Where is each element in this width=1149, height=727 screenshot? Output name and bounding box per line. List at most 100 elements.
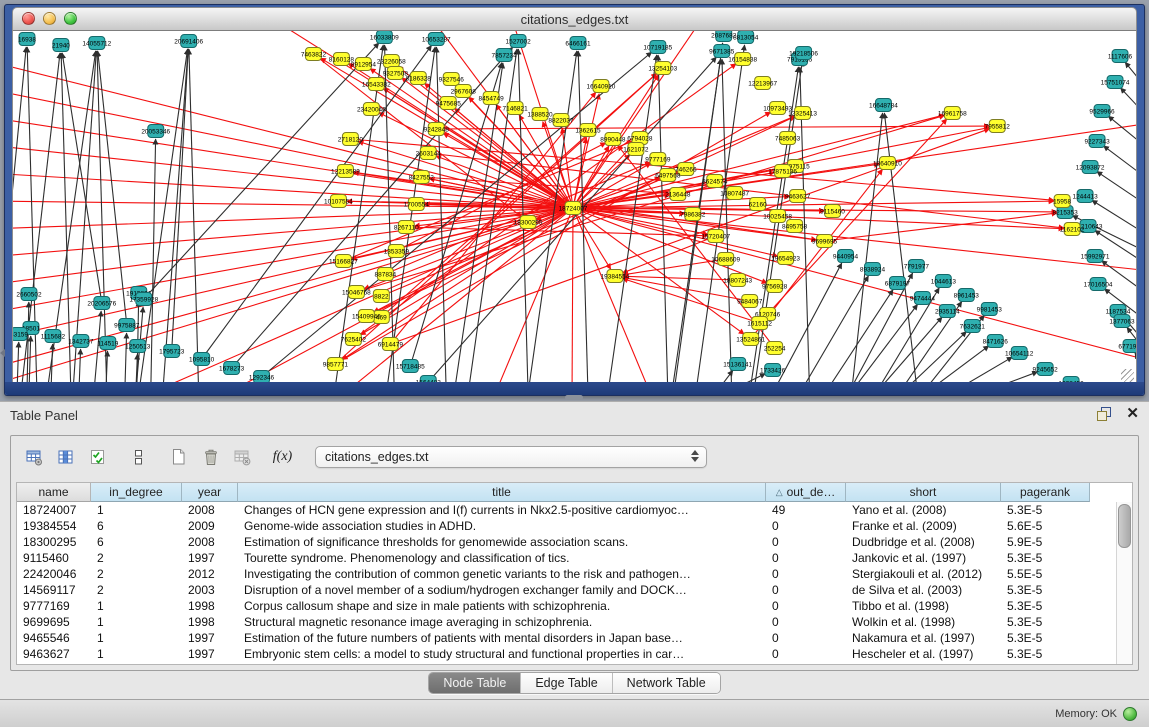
graph-node[interactable]: 17016504 [1084, 278, 1113, 291]
table-cell-pagerank[interactable]: 5.3E-5 [1001, 550, 1090, 566]
zoom-window-icon[interactable] [64, 12, 77, 25]
graph-node[interactable]: 8822 [373, 290, 389, 303]
graph-node[interactable]: 7857234 [492, 49, 518, 62]
table-cell-title[interactable]: Corpus callosum shape and size in male p… [238, 598, 766, 614]
graph-node[interactable]: 8912954 [351, 58, 377, 71]
graph-node[interactable]: 8938924 [860, 263, 886, 276]
table-cell-title[interactable]: Changes of HCN gene expression and I(f) … [238, 502, 766, 518]
graph-node[interactable]: 7146821 [502, 102, 528, 115]
column-header-short[interactable]: short [846, 483, 1001, 502]
graph-node[interactable]: 20206576 [87, 297, 116, 310]
table-cell-pagerank[interactable]: 5.3E-5 [1001, 614, 1090, 630]
table-cell-title[interactable]: Structural magnetic resonance image aver… [238, 614, 766, 630]
table-row[interactable]: 2242004622012Investigating the contribut… [17, 566, 1132, 582]
table-cell-short[interactable]: Wolkin et al. (1998) [846, 614, 1001, 630]
close-panel-icon[interactable]: ✕ [1126, 407, 1139, 421]
graph-node[interactable]: 1095810 [189, 353, 215, 366]
graph-node[interactable]: 16648784 [869, 99, 898, 112]
table-cell-out-de-[interactable]: 0 [766, 534, 846, 550]
graph-node[interactable]: 21940 [52, 39, 70, 52]
graph-node[interactable]: 7463822 [301, 48, 327, 61]
table-cell-title[interactable]: Tourette syndrome. Phenomenology and cla… [238, 550, 766, 566]
graph-node[interactable]: 16961758 [938, 107, 967, 120]
table-cell-in-degree[interactable]: 1 [91, 614, 182, 630]
table-cell-in-degree[interactable]: 2 [91, 550, 182, 566]
table-cell-year[interactable]: 2009 [182, 518, 238, 534]
table-cell-out-de-[interactable]: 0 [766, 582, 846, 598]
table-row[interactable]: 1872400712008Changes of HCN gene express… [17, 502, 1132, 518]
graph-node[interactable]: 10654112 [1005, 347, 1034, 360]
table-cell-short[interactable]: Stergiakouli et al. (2012) [846, 566, 1001, 582]
graph-node[interactable]: 7632621 [960, 320, 986, 333]
network-canvas[interactable]: 1872400716938219401405571220691406160338… [12, 31, 1137, 385]
table-cell-short[interactable]: Tibbo et al. (1998) [846, 598, 1001, 614]
graph-node[interactable]: 9227343 [1084, 135, 1110, 148]
table-cell-year[interactable]: 1997 [182, 550, 238, 566]
table-cell-name[interactable]: 9777169 [17, 598, 91, 614]
table-cell-name[interactable]: 9699695 [17, 614, 91, 630]
column-header-title[interactable]: title [238, 483, 766, 502]
table-cell-in-degree[interactable]: 1 [91, 646, 182, 662]
table-cell-title[interactable]: Estimation of significance thresholds fo… [238, 534, 766, 550]
table-cell-out-de-[interactable]: 0 [766, 630, 846, 646]
sidebar-collapse-arrow-icon[interactable] [0, 349, 5, 357]
graph-node[interactable]: 7791977 [904, 260, 930, 273]
table-cell-out-de-[interactable]: 0 [766, 646, 846, 662]
graph-node[interactable]: 1678273 [219, 362, 245, 375]
table-cell-name[interactable]: 18300295 [17, 534, 91, 550]
new-table-icon[interactable] [165, 444, 192, 470]
graph-node[interactable]: 2935114 [935, 305, 960, 318]
delete-table-icon[interactable] [197, 444, 224, 470]
splitter-handle[interactable] [565, 395, 583, 400]
graph-node[interactable]: 8813054 [733, 31, 759, 44]
table-row[interactable]: 911546021997Tourette syndrome. Phenomeno… [17, 550, 1132, 566]
graph-node[interactable]: 16640910 [587, 80, 616, 93]
table-cell-in-degree[interactable]: 2 [91, 582, 182, 598]
table-row[interactable]: 946554611997Estimation of the future num… [17, 630, 1132, 646]
table-row[interactable]: 1938455462009Genome-wide association stu… [17, 518, 1132, 534]
table-cell-out-de-[interactable]: 49 [766, 502, 846, 518]
graph-node[interactable]: 1117606 [1108, 50, 1133, 63]
graph-node[interactable]: 6879197 [885, 277, 911, 290]
graph-node[interactable]: 1795723 [159, 345, 185, 358]
graph-node[interactable]: 9484067 [737, 295, 763, 308]
table-cell-name[interactable]: 14569117 [17, 582, 91, 598]
graph-node[interactable]: 20691406 [174, 35, 203, 48]
panel-splitter[interactable] [0, 394, 1149, 401]
table-cell-out-de-[interactable]: 0 [766, 566, 846, 582]
table-cell-short[interactable]: de Silva et al. (2003) [846, 582, 1001, 598]
graph-node[interactable]: 7955812 [985, 120, 1011, 133]
column-header-out-de-[interactable]: △out_de… [766, 483, 846, 502]
graph-node[interactable]: 14055712 [82, 37, 111, 50]
table-cell-year[interactable]: 2008 [182, 502, 238, 518]
close-window-icon[interactable] [22, 12, 35, 25]
graph-node[interactable]: 12093872 [1076, 161, 1105, 174]
table-options-icon[interactable] [21, 444, 48, 470]
graph-node[interactable]: 2967608 [451, 85, 477, 98]
graph-node[interactable]: 8495758 [782, 220, 808, 233]
tab-node-table[interactable]: Node Table [429, 673, 520, 693]
graph-node[interactable]: 9475685 [436, 97, 462, 110]
graph-node[interactable]: 13254103 [648, 62, 677, 75]
table-cell-in-degree[interactable]: 1 [91, 598, 182, 614]
table-cell-out-de-[interactable]: 0 [766, 550, 846, 566]
graph-node[interactable]: 7485063 [775, 132, 801, 145]
graph-node[interactable]: 15136141 [723, 358, 752, 371]
table-cell-in-degree[interactable]: 6 [91, 518, 182, 534]
table-cell-short[interactable]: Jankovic et al. (1997) [846, 550, 1001, 566]
table-cell-year[interactable]: 2012 [182, 566, 238, 582]
graph-node[interactable]: 16938 [18, 33, 36, 46]
float-panel-icon[interactable] [1096, 406, 1112, 422]
scrollbar-thumb[interactable] [1118, 504, 1131, 548]
tab-edge-table[interactable]: Edge Table [520, 673, 611, 693]
table-cell-name[interactable]: 18724007 [17, 502, 91, 518]
table-cell-pagerank[interactable]: 5.3E-5 [1001, 646, 1090, 662]
table-row[interactable]: 969969511998Structural magnetic resonanc… [17, 614, 1132, 630]
table-cell-name[interactable]: 22420046 [17, 566, 91, 582]
table-cell-year[interactable]: 1998 [182, 614, 238, 630]
table-row[interactable]: 977716911998Corpus callosum shape and si… [17, 598, 1132, 614]
table-cell-out-de-[interactable]: 0 [766, 518, 846, 534]
table-cell-in-degree[interactable]: 1 [91, 630, 182, 646]
graph-node[interactable]: 15718485 [396, 360, 425, 373]
table-cell-year[interactable]: 1997 [182, 630, 238, 646]
